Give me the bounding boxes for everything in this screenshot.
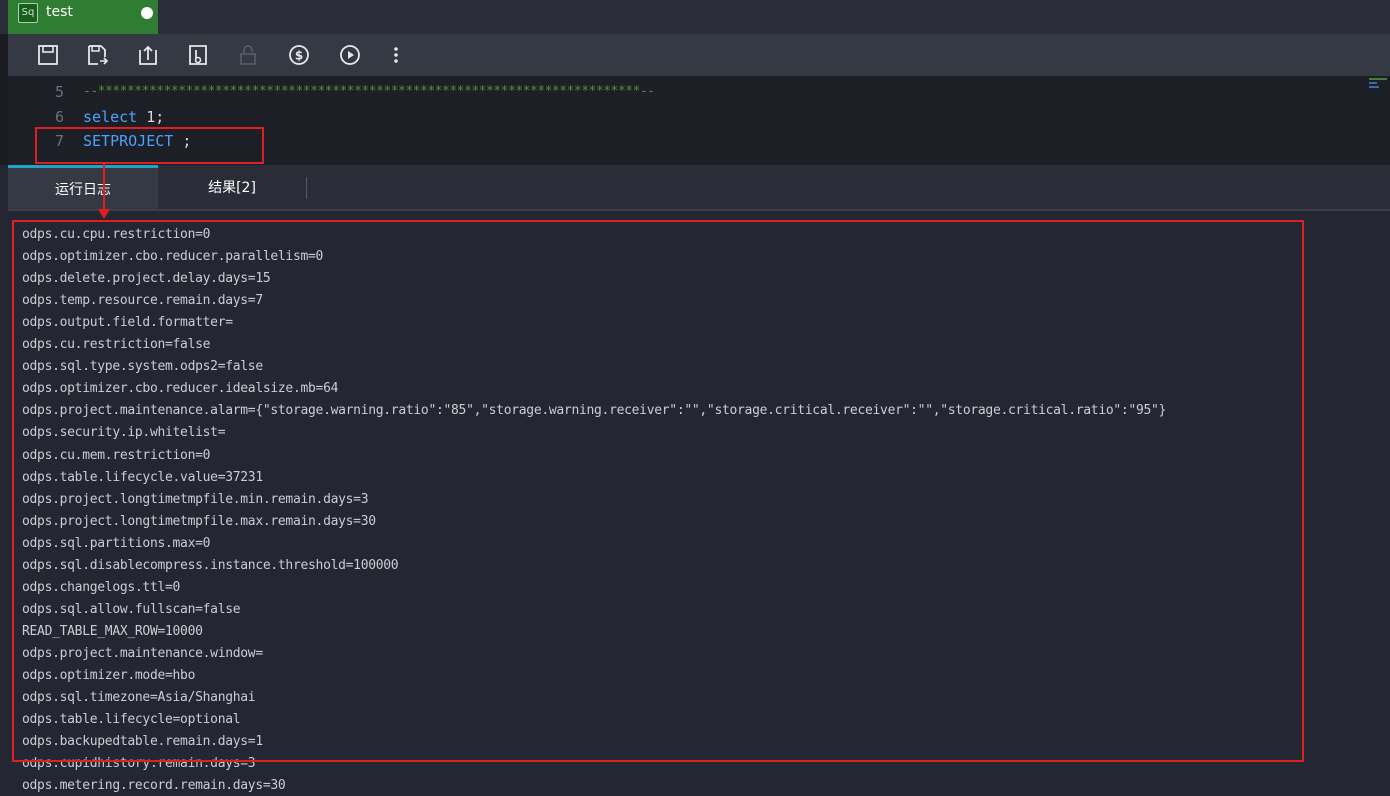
submit-icon bbox=[139, 45, 157, 65]
tab-run-log[interactable]: 运行日志 bbox=[8, 165, 158, 209]
left-strip bbox=[0, 34, 8, 165]
svg-text:$: $ bbox=[295, 49, 303, 63]
save-button[interactable] bbox=[36, 43, 60, 67]
more-icon bbox=[394, 47, 398, 63]
annotation-arrow-line bbox=[103, 164, 105, 211]
result-tabs: 运行日志 结果[2] bbox=[8, 165, 1390, 211]
run-button[interactable] bbox=[338, 43, 362, 67]
cost-estimate-icon: $ bbox=[289, 45, 309, 65]
file-tab-bar: Sq test bbox=[0, 0, 1390, 34]
highlight-box-log bbox=[12, 220, 1304, 762]
sql-file-icon: Sq bbox=[18, 3, 38, 23]
log-line: odps.metering.record.remain.days=30 bbox=[22, 778, 286, 794]
minimap-line bbox=[1369, 82, 1377, 84]
lock-icon bbox=[240, 45, 256, 65]
save-as-button[interactable] bbox=[85, 43, 109, 67]
editor-minimap[interactable] bbox=[1368, 76, 1390, 165]
save-icon bbox=[38, 45, 58, 65]
tab-divider bbox=[306, 177, 307, 199]
unsaved-dot-icon[interactable] bbox=[141, 7, 153, 19]
submit-button[interactable] bbox=[136, 43, 160, 67]
cost-estimate-button[interactable]: $ bbox=[287, 43, 311, 67]
lock-button[interactable] bbox=[236, 43, 260, 67]
publish-icon bbox=[189, 45, 207, 65]
file-tab-test[interactable]: Sq test bbox=[8, 0, 158, 34]
code-line-comment: --**************************************… bbox=[83, 84, 655, 99]
minimap-line bbox=[1369, 78, 1387, 80]
line-number: 6 bbox=[54, 108, 64, 126]
more-button[interactable] bbox=[384, 43, 408, 67]
sql-text: 1; bbox=[137, 108, 165, 126]
tab-results[interactable]: 结果[2] bbox=[158, 165, 306, 209]
sql-keyword: select bbox=[83, 108, 138, 126]
line-number: 5 bbox=[54, 83, 64, 101]
code-line-select: select 1; bbox=[83, 108, 164, 126]
file-tab-title: test bbox=[46, 4, 73, 20]
minimap-line bbox=[1369, 86, 1379, 88]
run-icon bbox=[340, 45, 360, 65]
save-as-icon bbox=[88, 45, 108, 65]
annotation-arrow-head bbox=[98, 209, 110, 219]
publish-button[interactable] bbox=[186, 43, 210, 67]
editor-toolbar: $ bbox=[8, 34, 1390, 76]
highlight-box-code bbox=[35, 127, 264, 164]
